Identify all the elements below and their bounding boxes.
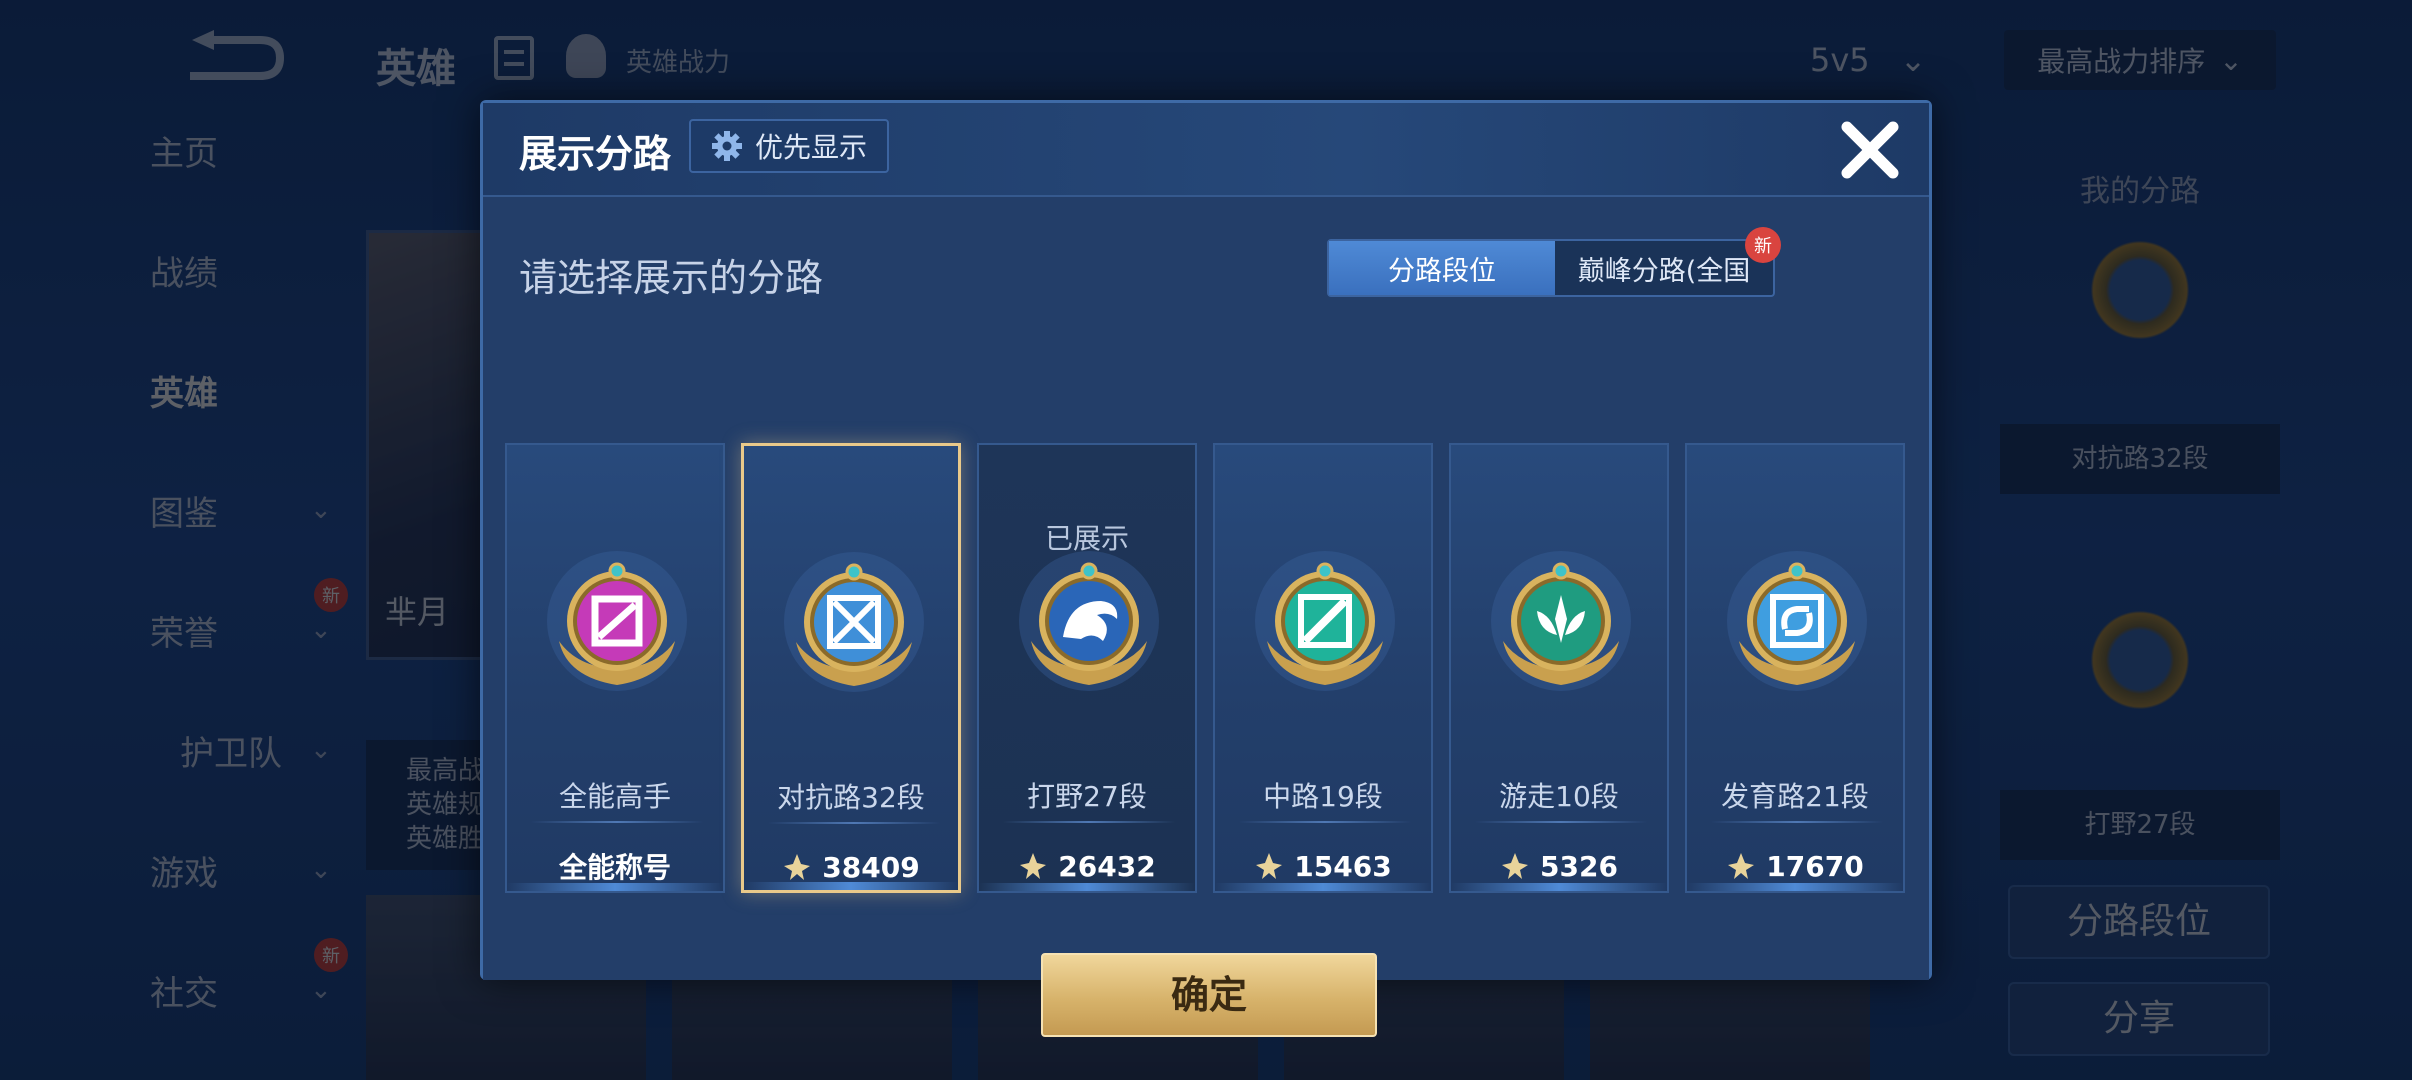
- lane-emblem-icon: [1255, 551, 1395, 691]
- close-icon: [1841, 121, 1899, 179]
- power-icon: [1020, 853, 1047, 879]
- power-icon: [1256, 853, 1283, 879]
- tab-lane-rank[interactable]: 分路段位: [1329, 241, 1555, 295]
- lane-card[interactable]: 中路19段 15463: [1213, 443, 1433, 893]
- power-icon: [1502, 853, 1529, 879]
- rank-tabs: 分路段位 巅峰分路(全国 新: [1327, 227, 1781, 297]
- footer-glow: [1687, 883, 1903, 891]
- lane-rank-label: 全能高手: [558, 780, 671, 813]
- power-icon: [1728, 853, 1755, 879]
- tab-label: 巅峰分路(全国: [1577, 255, 1751, 287]
- title-label: 全能称号: [558, 851, 671, 884]
- confirm-button[interactable]: 确定: [1041, 953, 1377, 1037]
- footer-glow: [1215, 883, 1431, 891]
- power-icon: [784, 854, 811, 880]
- lane-power-value: 5326: [1540, 849, 1618, 883]
- lane-power-value: 15463: [1294, 849, 1392, 883]
- divider: [1003, 821, 1175, 823]
- divider: [1475, 821, 1647, 823]
- footer-glow: [744, 882, 958, 890]
- lane-power-value: 17670: [1766, 849, 1864, 883]
- priority-display-button[interactable]: 优先显示: [689, 119, 889, 173]
- lane-rank-label: 发育路21段: [1721, 780, 1869, 813]
- new-badge: 新: [1745, 227, 1781, 263]
- lane-card[interactable]: 游走10段 5326: [1449, 443, 1669, 893]
- lane-rank-label: 游走10段: [1499, 780, 1619, 813]
- divider: [768, 822, 940, 824]
- lane-power-value: 26432: [1058, 849, 1156, 883]
- lane-emblem-icon: [784, 552, 924, 692]
- lane-card[interactable]: 发育路21段 17670: [1685, 443, 1905, 893]
- lane-card[interactable]: 全能高手 全能称号: [505, 443, 725, 893]
- lane-rank-label: 对抗路32段: [777, 781, 925, 814]
- gear-icon: [711, 131, 742, 161]
- lane-power-value: 38409: [822, 850, 920, 884]
- lane-card[interactable]: 对抗路32段 38409: [741, 443, 961, 893]
- dialog-header: 展示分路 优先显示: [483, 103, 1929, 197]
- lane-emblem-icon: [1727, 551, 1867, 691]
- divider: [1711, 821, 1883, 823]
- tab-peak-lane[interactable]: 巅峰分路(全国 新: [1555, 227, 1781, 295]
- divider: [531, 821, 703, 823]
- lane-rank-label: 打野27段: [1027, 780, 1147, 813]
- dialog-title: 展示分路: [519, 132, 672, 176]
- footer-glow: [507, 883, 723, 891]
- divider: [1239, 821, 1411, 823]
- lane-display-dialog: 展示分路 优先显示 请选择展示的分路 分路段位 巅峰分路(全国 新 全能高手 全…: [480, 100, 1932, 1037]
- select-prompt: 请选择展示的分路: [519, 256, 824, 300]
- dialog-body: 请选择展示的分路 分路段位 巅峰分路(全国 新 全能高手 全能称号 对抗路32段 38…: [483, 197, 1929, 1037]
- lane-emblem-icon: [1019, 551, 1159, 691]
- tab-label: 分路段位: [1388, 255, 1496, 287]
- footer-glow: [1451, 883, 1667, 891]
- lane-emblem-icon: [1491, 551, 1631, 691]
- footer-glow: [979, 883, 1195, 891]
- priority-display-label: 优先显示: [754, 131, 867, 164]
- close-button[interactable]: [1837, 117, 1903, 183]
- lane-card-list: 全能高手 全能称号 对抗路32段 38409 已展示 打野27段 26432 中路19段 154…: [505, 443, 1915, 893]
- lane-rank-label: 中路19段: [1263, 780, 1383, 813]
- lane-emblem-icon: [547, 551, 687, 691]
- lane-card[interactable]: 已展示 打野27段 26432: [977, 443, 1197, 893]
